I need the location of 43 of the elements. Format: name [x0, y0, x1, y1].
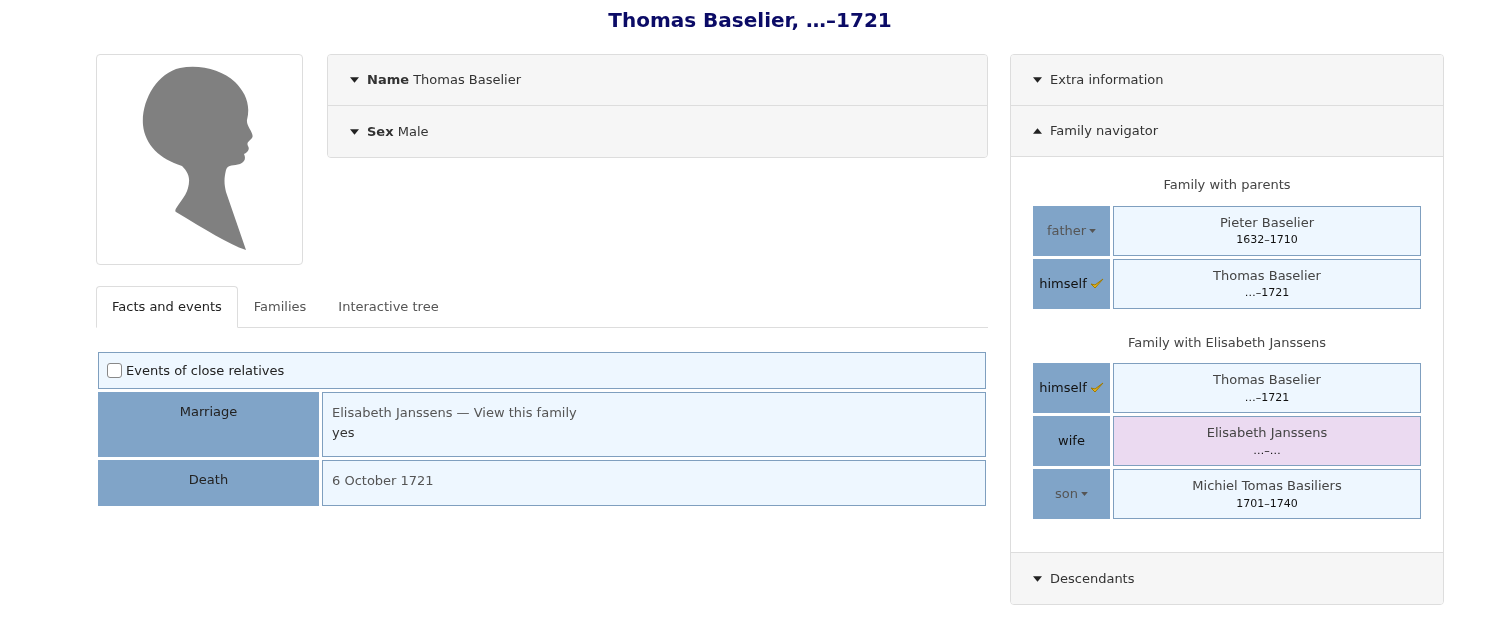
- accordion-header[interactable]: Family navigator: [1011, 106, 1443, 157]
- checkmark-icon: [1089, 382, 1104, 394]
- person-dates: …–…: [1252, 442, 1282, 459]
- family-heading: Family with Elisabeth Janssens: [1126, 333, 1328, 352]
- tab[interactable]: Interactive tree: [322, 286, 455, 328]
- person-card[interactable]: Elisabeth Janssens …–…: [1113, 416, 1421, 466]
- accordion-header[interactable]: Descendants: [1011, 553, 1443, 604]
- event-type-cell: Death: [98, 460, 319, 506]
- role-label: himself: [1033, 258, 1110, 309]
- person-name: Elisabeth Janssens: [1205, 424, 1329, 442]
- tab[interactable]: Families: [237, 286, 323, 328]
- person-dates: …–1721: [1243, 285, 1291, 301]
- person-dates: …–1721: [1243, 389, 1291, 406]
- person-name: Thomas Baselier: [1212, 266, 1322, 285]
- fact-text: Sex Male: [367, 122, 429, 141]
- person-card[interactable]: Thomas Baselier …–1721: [1113, 363, 1421, 413]
- accordion-title: Extra information: [1050, 71, 1164, 90]
- person-name: Michiel Tomas Basiliers: [1191, 477, 1343, 495]
- person-card[interactable]: Michiel Tomas Basiliers 1701–1740: [1113, 469, 1421, 519]
- caret-icon: [1089, 228, 1097, 233]
- role-label: himself: [1033, 363, 1110, 413]
- checkmark-icon: [1089, 277, 1104, 290]
- accordion-header[interactable]: Name Thomas Baselier: [328, 55, 987, 106]
- person-dates: 1632–1710: [1235, 232, 1299, 248]
- accordion-title: Descendants: [1050, 569, 1135, 588]
- event-type-cell: Marriage: [98, 392, 319, 457]
- role-label: wife: [1033, 416, 1110, 466]
- tab[interactable]: Facts and events: [96, 286, 238, 328]
- person-name: Pieter Baselier: [1219, 213, 1315, 232]
- checkbox[interactable]: [107, 362, 122, 378]
- accordion-title: Family navigator: [1050, 122, 1159, 141]
- fact-text: Name Thomas Baselier: [367, 71, 522, 90]
- person-card[interactable]: Thomas Baselier …–1721: [1113, 258, 1421, 309]
- person-dates: 1701–1740: [1235, 495, 1299, 512]
- accordion-header[interactable]: Extra information: [1011, 55, 1443, 106]
- person-card[interactable]: Pieter Baselier 1632–1710: [1113, 205, 1421, 256]
- caret-icon: [1081, 492, 1088, 496]
- checkbox-label: Events of close relatives: [126, 361, 285, 380]
- event-detail-cell: 6 October 1721: [322, 460, 986, 506]
- event-detail-cell: Elisabeth Janssens — View this family yes: [322, 392, 986, 457]
- family-heading: Family with parents: [1162, 176, 1292, 194]
- page-title: Thomas Baselier, …–1721: [607, 8, 893, 32]
- person-name: Thomas Baselier: [1212, 371, 1322, 389]
